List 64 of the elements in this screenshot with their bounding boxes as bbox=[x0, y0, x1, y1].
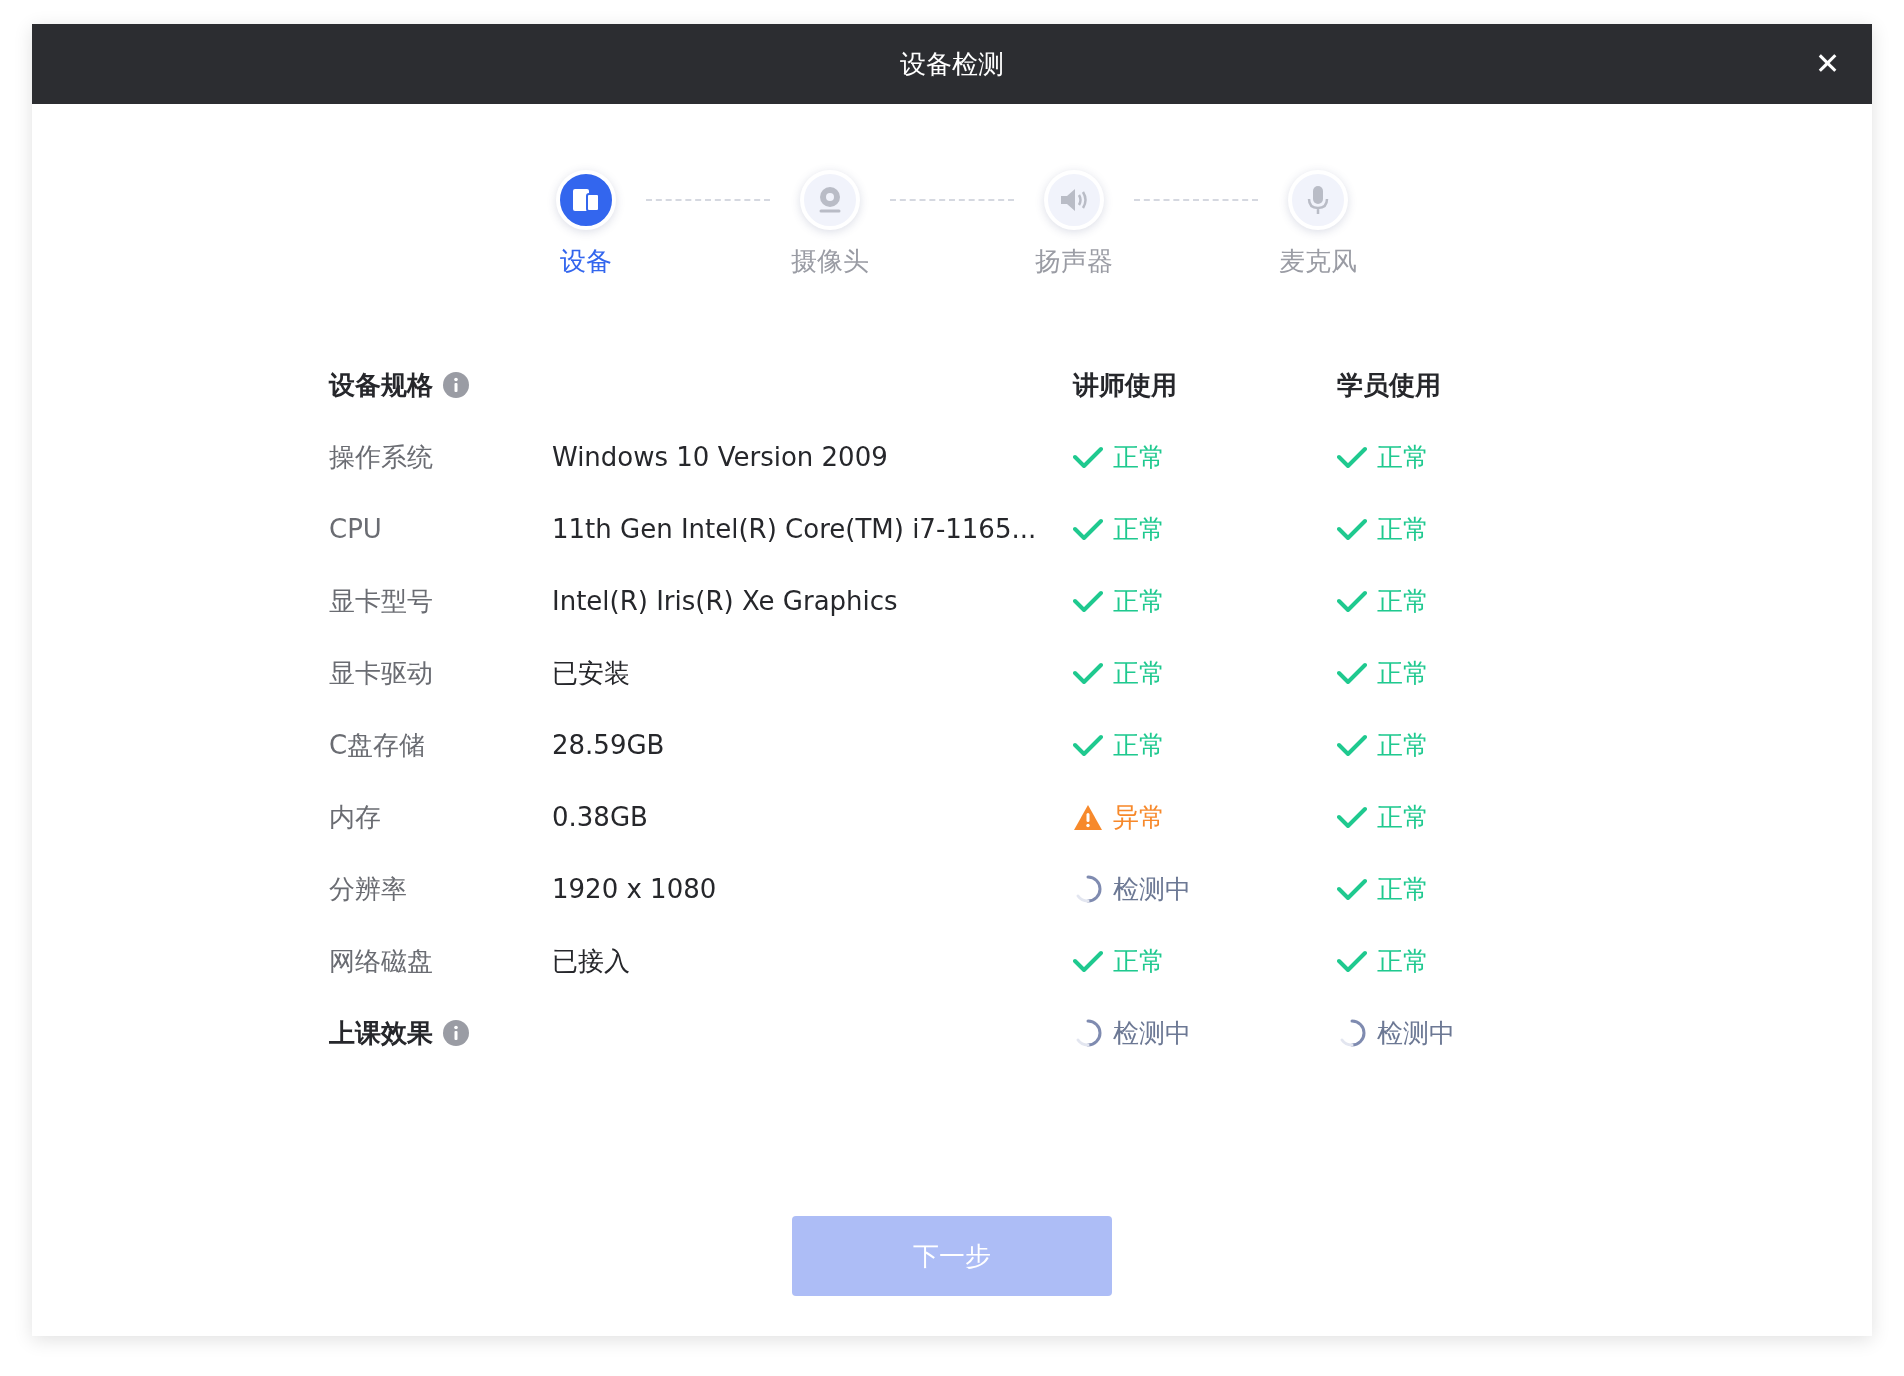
status-text: 正常 bbox=[1377, 440, 1429, 474]
status-text: 正常 bbox=[1377, 512, 1429, 546]
check-icon bbox=[1337, 590, 1367, 612]
speaker-icon bbox=[1059, 187, 1089, 213]
step-label: 扬声器 bbox=[1035, 245, 1113, 278]
check-icon bbox=[1337, 806, 1367, 828]
status-text: 正常 bbox=[1377, 872, 1429, 906]
status-text: 正常 bbox=[1377, 944, 1429, 978]
status-text: 检测中 bbox=[1113, 872, 1191, 906]
status-text: 正常 bbox=[1113, 944, 1165, 978]
spec-name: C盘存储 bbox=[329, 728, 426, 762]
status-text: 异常 bbox=[1113, 800, 1165, 834]
step-label: 设备 bbox=[560, 245, 612, 278]
spec-value: 已安装 bbox=[552, 656, 630, 690]
spec-value: 0.38GB bbox=[552, 802, 648, 832]
column-header: 学员使用 bbox=[1337, 368, 1441, 402]
devices-icon bbox=[572, 187, 600, 213]
step-label: 摄像头 bbox=[791, 245, 869, 278]
check-icon bbox=[1337, 662, 1367, 684]
spec-value: 28.59GB bbox=[552, 730, 665, 760]
status-text: 正常 bbox=[1113, 656, 1165, 690]
check-icon bbox=[1073, 518, 1103, 540]
check-icon bbox=[1337, 950, 1367, 972]
status-text: 正常 bbox=[1113, 584, 1165, 618]
warning-icon bbox=[1073, 803, 1103, 831]
close-button[interactable]: ✕ bbox=[1807, 42, 1848, 85]
check-icon bbox=[1073, 734, 1103, 756]
spec-name: 操作系统 bbox=[329, 440, 433, 474]
window-title: 设备检测 bbox=[900, 47, 1004, 81]
check-icon bbox=[1073, 590, 1103, 612]
spec-value: Intel(R) Iris(R) Xe Graphics bbox=[552, 586, 898, 616]
spec-value: 1920 x 1080 bbox=[552, 874, 717, 904]
spec-value: 11th Gen Intel(R) Core(TM) i7-1165... bbox=[552, 514, 1037, 544]
spec-name: 网络磁盘 bbox=[329, 944, 433, 978]
spec-name: CPU bbox=[329, 514, 382, 544]
status-text: 正常 bbox=[1113, 512, 1165, 546]
spec-name: 内存 bbox=[329, 800, 381, 834]
section-title: 设备规格 bbox=[329, 368, 433, 402]
info-icon[interactable] bbox=[443, 1020, 469, 1046]
check-icon bbox=[1073, 950, 1103, 972]
status-text: 检测中 bbox=[1113, 1016, 1191, 1050]
step-label: 麦克风 bbox=[1279, 245, 1357, 278]
check-icon bbox=[1337, 878, 1367, 900]
status-text: 正常 bbox=[1377, 728, 1429, 762]
microphone-icon bbox=[1306, 185, 1330, 215]
status-text: 正常 bbox=[1377, 800, 1429, 834]
check-icon bbox=[1073, 446, 1103, 468]
check-icon bbox=[1337, 734, 1367, 756]
spec-name: 分辨率 bbox=[329, 872, 407, 906]
spec-value: 已接入 bbox=[552, 944, 630, 978]
status-text: 正常 bbox=[1377, 584, 1429, 618]
info-icon[interactable] bbox=[443, 372, 469, 398]
spec-name: 显卡型号 bbox=[329, 584, 433, 618]
check-icon bbox=[1337, 446, 1367, 468]
spec-name: 显卡驱动 bbox=[329, 656, 433, 690]
check-icon bbox=[1337, 518, 1367, 540]
column-header: 讲师使用 bbox=[1073, 368, 1177, 402]
section-title: 上课效果 bbox=[329, 1016, 433, 1050]
status-text: 正常 bbox=[1113, 728, 1165, 762]
check-icon bbox=[1073, 662, 1103, 684]
spec-value: Windows 10 Version 2009 bbox=[552, 442, 888, 472]
status-text: 检测中 bbox=[1377, 1016, 1455, 1050]
status-text: 正常 bbox=[1113, 440, 1165, 474]
status-text: 正常 bbox=[1377, 656, 1429, 690]
